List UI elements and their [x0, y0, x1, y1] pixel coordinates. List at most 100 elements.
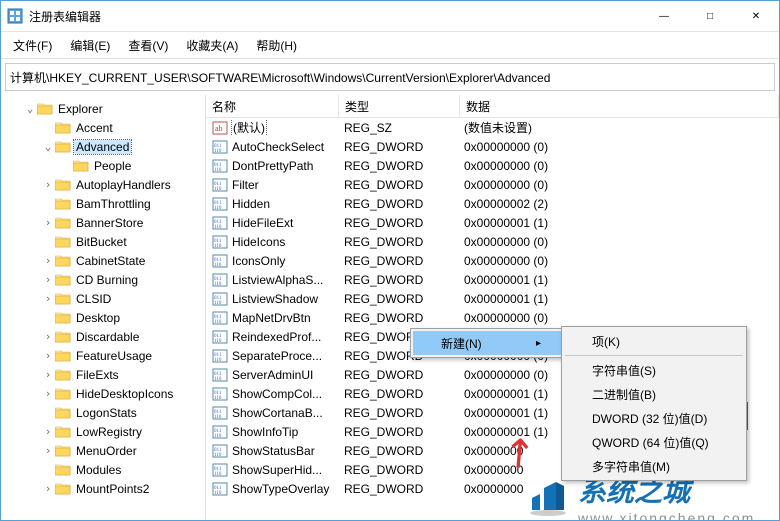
list-row[interactable]: 011110ListviewAlphaS...REG_DWORD0x000000…	[206, 270, 779, 289]
expander-icon[interactable]: ›	[41, 368, 55, 381]
value-type: REG_DWORD	[338, 178, 458, 192]
tree-item[interactable]: LogonStats	[1, 403, 205, 422]
expander-icon[interactable]: ›	[41, 349, 55, 362]
col-name[interactable]: 名称	[206, 95, 339, 117]
folder-icon	[55, 425, 71, 439]
context-new[interactable]: 新建(N) ▸	[413, 331, 561, 355]
expander-icon[interactable]: ⌄	[41, 140, 55, 153]
tree-item[interactable]: ›AutoplayHandlers	[1, 175, 205, 194]
tree-label: CD Burning	[74, 273, 140, 287]
expander-icon[interactable]: ›	[41, 444, 55, 457]
context-item[interactable]: 二进制值(B)	[564, 382, 744, 406]
context-item[interactable]: 多字符串值(M)	[564, 454, 744, 478]
minimize-button[interactable]: —	[641, 1, 687, 31]
tree-item[interactable]: ›FeatureUsage	[1, 346, 205, 365]
tree-item[interactable]: ›BannerStore	[1, 213, 205, 232]
col-data[interactable]: 数据	[460, 95, 779, 117]
tree-item[interactable]: ›FileExts	[1, 365, 205, 384]
window-title: 注册表编辑器	[29, 8, 641, 25]
folder-icon	[55, 121, 71, 135]
maximize-button[interactable]: □	[687, 1, 733, 31]
value-type: REG_DWORD	[338, 159, 458, 173]
expander-icon[interactable]: ›	[41, 330, 55, 343]
value-name: ShowSuperHid...	[232, 463, 322, 477]
list-row[interactable]: 011110IconsOnlyREG_DWORD0x00000000 (0)	[206, 251, 779, 270]
menu-view[interactable]: 查看(V)	[120, 35, 176, 56]
value-name: HideFileExt	[232, 216, 293, 230]
list-row[interactable]: 011110DontPrettyPathREG_DWORD0x00000000 …	[206, 156, 779, 175]
menu-help[interactable]: 帮助(H)	[248, 35, 305, 56]
expander-icon[interactable]: ⌄	[23, 102, 37, 115]
string-icon: ab	[212, 120, 228, 136]
value-type: REG_DWORD	[338, 425, 458, 439]
value-name: ServerAdminUI	[232, 368, 313, 382]
chevron-right-icon: ▸	[522, 338, 541, 349]
expander-icon[interactable]: ›	[41, 216, 55, 229]
list-row[interactable]: 011110MapNetDrvBtnREG_DWORD0x00000000 (0…	[206, 308, 779, 327]
folder-icon	[55, 349, 71, 363]
expander-icon[interactable]: ›	[41, 425, 55, 438]
context-item[interactable]: 项(K)	[564, 329, 744, 353]
tree-item[interactable]: ›MountPoints2	[1, 479, 205, 498]
list-row[interactable]: ab(默认)REG_SZ(数值未设置)	[206, 118, 779, 137]
value-type: REG_DWORD	[338, 140, 458, 154]
list-row[interactable]: 011110HiddenREG_DWORD0x00000002 (2)	[206, 194, 779, 213]
tree-item[interactable]: ⌄ Advanced	[1, 137, 205, 156]
value-type: REG_DWORD	[338, 292, 458, 306]
tree-label: People	[92, 159, 133, 173]
expander-icon[interactable]: ›	[41, 178, 55, 191]
context-item[interactable]: QWORD (64 位)值(Q)	[564, 430, 744, 454]
tree-item[interactable]: › Discardable	[1, 327, 205, 346]
tree-label: Discardable	[74, 330, 141, 344]
address-bar[interactable]: 计算机\HKEY_CURRENT_USER\SOFTWARE\Microsoft…	[5, 63, 775, 91]
value-name: Filter	[232, 178, 259, 192]
folder-icon	[55, 273, 71, 287]
tree-item[interactable]: Desktop	[1, 308, 205, 327]
tree-view[interactable]: ⌄ExplorerAccent ⌄ Advanced People ›AutoplayH…	[1, 95, 206, 520]
tree-item[interactable]: › CD Burning	[1, 270, 205, 289]
expander-icon[interactable]: ›	[41, 273, 55, 286]
list-row[interactable]: 011110AutoCheckSelectREG_DWORD0x00000000…	[206, 137, 779, 156]
list-row[interactable]: 011110ListviewShadowREG_DWORD0x00000001 …	[206, 289, 779, 308]
expander-icon[interactable]: ›	[41, 292, 55, 305]
address-text: 计算机\HKEY_CURRENT_USER\SOFTWARE\Microsoft…	[10, 69, 550, 86]
tree-item[interactable]: Accent	[1, 118, 205, 137]
menu-favorites[interactable]: 收藏夹(A)	[178, 35, 246, 56]
close-button[interactable]: ✕	[733, 1, 779, 31]
tree-item[interactable]: ›LowRegistry	[1, 422, 205, 441]
expander-icon[interactable]: ›	[41, 387, 55, 400]
col-type[interactable]: 类型	[339, 95, 460, 117]
value-type: REG_DWORD	[338, 482, 458, 496]
expander-icon[interactable]: ›	[41, 482, 55, 495]
list-row[interactable]: 011110HideFileExtREG_DWORD0x00000001 (1)	[206, 213, 779, 232]
tree-item[interactable]: Modules	[1, 460, 205, 479]
tree-item[interactable]: ›MenuOrder	[1, 441, 205, 460]
expander-icon[interactable]: ›	[41, 254, 55, 267]
tree-item[interactable]: › CLSID	[1, 289, 205, 308]
binary-icon: 011110	[212, 443, 228, 459]
folder-icon	[55, 311, 71, 325]
context-item[interactable]: DWORD (32 位)值(D)	[564, 406, 744, 430]
tree-item[interactable]: BitBucket	[1, 232, 205, 251]
tree-item[interactable]: People	[1, 156, 205, 175]
tree-label: Advanced	[74, 140, 131, 154]
binary-icon: 011110	[212, 253, 228, 269]
app-icon	[7, 8, 23, 24]
binary-icon: 011110	[212, 234, 228, 250]
menu-file[interactable]: 文件(F)	[5, 35, 60, 56]
context-item[interactable]: 字符串值(S)	[564, 358, 744, 382]
value-name: (默认)	[232, 119, 266, 136]
list-row[interactable]: 011110HideIconsREG_DWORD0x00000000 (0)	[206, 232, 779, 251]
tree-item[interactable]: ›CabinetState	[1, 251, 205, 270]
binary-icon: 011110	[212, 272, 228, 288]
value-data: 0x00000001 (1)	[458, 292, 779, 306]
tree-item[interactable]: BamThrottling	[1, 194, 205, 213]
tree-label: CLSID	[74, 292, 113, 306]
menu-edit[interactable]: 编辑(E)	[62, 35, 118, 56]
value-name: HideIcons	[232, 235, 285, 249]
list-row[interactable]: 011110FilterREG_DWORD0x00000000 (0)	[206, 175, 779, 194]
tree-item[interactable]: ›HideDesktopIcons	[1, 384, 205, 403]
tree-label: Modules	[74, 463, 123, 477]
tree-item[interactable]: ⌄Explorer	[1, 99, 205, 118]
value-name: ShowInfoTip	[232, 425, 298, 439]
